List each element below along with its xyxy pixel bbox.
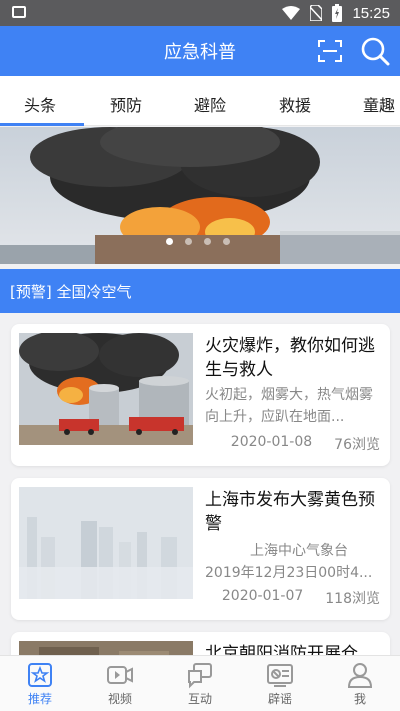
article-summary: 2019年12月23日00时4...	[205, 565, 373, 581]
article-thumbnail	[19, 487, 193, 599]
star-icon	[28, 663, 52, 687]
carousel-dot[interactable]	[223, 238, 230, 245]
article-title: 火灾爆炸，教你如何逃生与救人	[205, 336, 375, 380]
nav-rumor[interactable]: 辟谣	[240, 656, 320, 711]
category-tabs: 头条 预防 避险 救援 童趣	[0, 76, 400, 126]
tab-rescue[interactable]: 救援	[279, 92, 311, 116]
article-card[interactable]: 上海市发布大雾黄色预警 上海中心气象台 2019年12月23日00时4... 2…	[11, 478, 390, 620]
article-date: 2020-01-08	[230, 434, 313, 450]
article-views: 118浏览	[325, 591, 380, 607]
nav-me[interactable]: 我	[320, 656, 400, 711]
wifi-icon	[282, 6, 301, 20]
video-icon	[107, 666, 133, 684]
carousel-dot[interactable]	[166, 238, 173, 245]
article-card[interactable]: 火灾爆炸，教你如何逃生与救人 火初起，烟雾大，热气烟雾向上升，应趴在地面... …	[11, 324, 390, 466]
nav-label: 推荐	[27, 692, 52, 706]
nav-label: 视频	[107, 692, 132, 706]
tab-prevention[interactable]: 预防	[110, 92, 142, 116]
article-source: 上海中心气象台	[250, 543, 348, 559]
no-sim-icon	[310, 5, 323, 21]
nav-recommend[interactable]: 推荐	[0, 656, 80, 711]
article-date: 2020-01-07	[221, 588, 304, 604]
article-meta: 2020-01-07 118浏览	[222, 588, 380, 608]
status-icons: 15:25	[282, 3, 390, 23]
rumor-icon	[267, 664, 293, 687]
carousel-indicators	[166, 238, 230, 245]
nav-interact[interactable]: 互动	[160, 656, 240, 711]
article-views: 76浏览	[334, 437, 380, 453]
carousel-dot[interactable]	[204, 238, 211, 245]
article-summary: 火初起，烟雾大，热气烟雾向上升，应趴在地面...	[205, 387, 373, 425]
nav-label: 我	[353, 692, 366, 706]
battery-charging-icon	[332, 4, 343, 22]
nav-label: 辟谣	[267, 692, 292, 706]
article-meta: 2020-01-08 76浏览	[231, 434, 380, 454]
status-time: 15:25	[352, 4, 390, 22]
nav-label: 互动	[187, 692, 212, 706]
tab-kids[interactable]: 童趣	[363, 92, 395, 116]
bottom-nav: 推荐 视频 互动 辟谣 我	[0, 655, 400, 711]
image-icon	[12, 6, 26, 18]
article-thumbnail	[19, 333, 193, 445]
article-title: 上海市发布大雾黄色预警	[205, 490, 375, 534]
tab-avoidance[interactable]: 避险	[194, 92, 226, 116]
status-bar: 15:25	[0, 0, 400, 26]
app-bar: 应急科普	[0, 26, 400, 76]
tab-headlines[interactable]: 头条	[24, 92, 56, 116]
tab-active-indicator	[0, 123, 84, 126]
carousel-dot[interactable]	[185, 238, 192, 245]
person-icon	[347, 663, 373, 688]
nav-video[interactable]: 视频	[80, 656, 160, 711]
search-icon[interactable]	[360, 36, 390, 66]
scan-icon[interactable]	[318, 40, 342, 62]
alert-banner[interactable]: [预警] 全国冷空气	[0, 269, 400, 313]
chat-icon	[188, 663, 212, 689]
